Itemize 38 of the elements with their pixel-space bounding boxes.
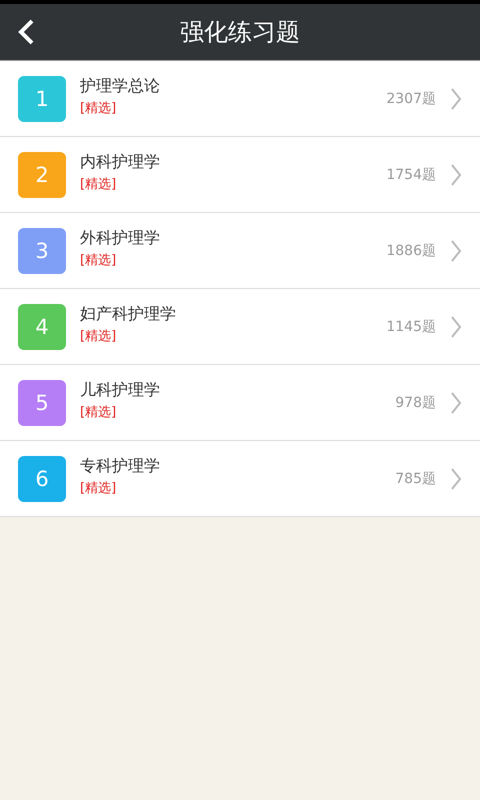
chevron-icon xyxy=(450,238,462,262)
category-row[interactable]: 6 专科护理学 [精选] 785题 xyxy=(0,441,480,517)
category-name: 外科护理学 xyxy=(80,228,161,249)
number-tile: 4 xyxy=(18,304,66,350)
chevron-icon xyxy=(450,390,462,414)
featured-tag: [精选] xyxy=(80,99,372,117)
category-row[interactable]: 3 外科护理学 [精选] 1886题 xyxy=(0,213,480,289)
number-tile: 5 xyxy=(18,380,66,426)
question-count: 785题 xyxy=(395,470,436,488)
screen-title: 强化练习题 xyxy=(180,17,300,48)
back-icon xyxy=(17,18,35,46)
question-count: 1754题 xyxy=(386,166,436,184)
chevron-icon xyxy=(450,466,462,490)
featured-tag: [精选] xyxy=(80,175,372,193)
category-name: 妇产科护理学 xyxy=(80,304,177,325)
question-count: 1886题 xyxy=(386,242,436,260)
featured-tag: [精选] xyxy=(80,251,372,269)
number-tile: 3 xyxy=(18,228,66,274)
category-row[interactable]: 5 儿科护理学 [精选] 978题 xyxy=(0,365,480,441)
category-name: 儿科护理学 xyxy=(80,380,161,401)
number-tile: 6 xyxy=(18,456,66,502)
number-tile: 2 xyxy=(18,152,66,198)
category-row[interactable]: 2 内科护理学 [精选] 1754题 xyxy=(0,137,480,213)
number-tile: 1 xyxy=(18,76,66,122)
featured-tag: [精选] xyxy=(80,327,372,345)
chevron-icon xyxy=(450,86,462,110)
category-name: 护理学总论 xyxy=(80,76,161,97)
question-count: 1145题 xyxy=(386,318,436,336)
chevron-icon xyxy=(450,162,462,186)
question-count: 978题 xyxy=(395,394,436,412)
category-row[interactable]: 1 护理学总论 [精选] 2307题 xyxy=(0,61,480,137)
chevron-icon xyxy=(450,314,462,338)
category-name: 专科护理学 xyxy=(80,456,161,477)
featured-tag: [精选] xyxy=(80,479,382,497)
category-name: 内科护理学 xyxy=(80,152,161,173)
question-count: 2307题 xyxy=(386,90,436,108)
category-row[interactable]: 4 妇产科护理学 [精选] 1145题 xyxy=(0,289,480,365)
featured-tag: [精选] xyxy=(80,403,382,421)
